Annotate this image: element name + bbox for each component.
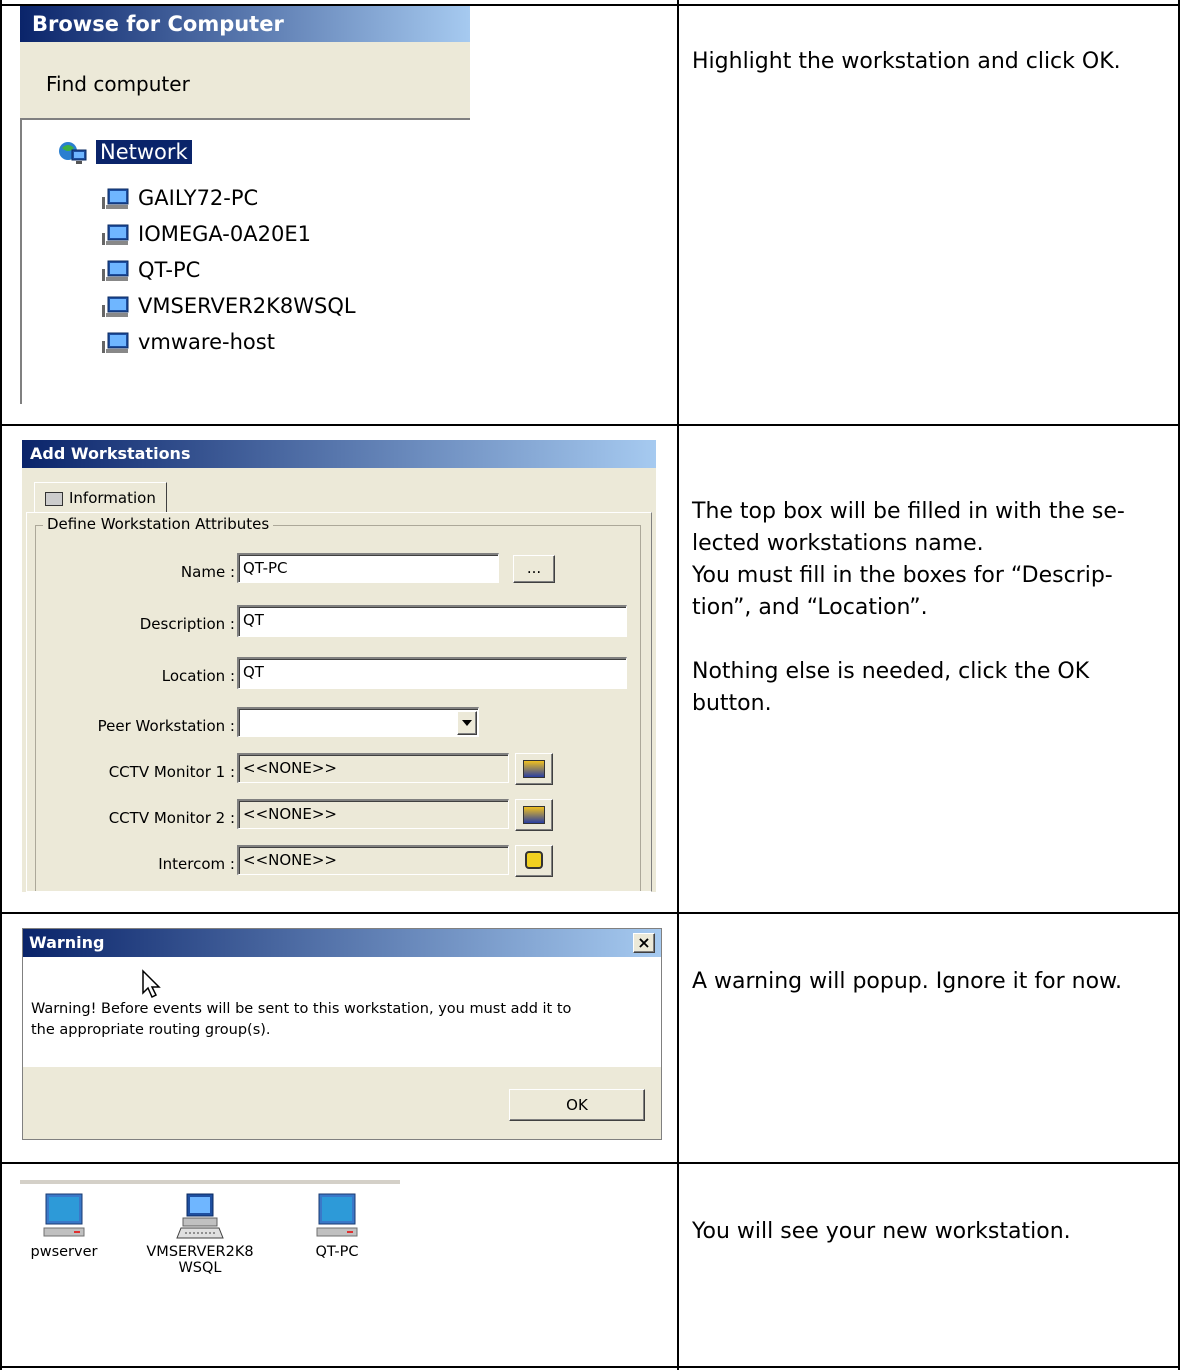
mouse-cursor-icon [142,969,161,999]
cctv-monitor-2-button[interactable] [515,799,553,831]
tab-panel: Define Workstation Attributes Name : QT-… [26,512,652,892]
instruction-line: Nothing else is needed, click the OK [692,659,1090,684]
row-divider [0,912,1180,914]
computer-icon [102,296,129,317]
dropdown-button[interactable] [457,711,477,735]
group-title: Define Workstation Attributes [43,515,274,533]
row1-instruction: Highlight the workstation and click OK. [692,46,1172,78]
close-icon[interactable]: × [633,933,655,953]
row4-instruction: You will see your new workstation. [692,1216,1172,1248]
cctv-monitor-1-button[interactable] [515,753,553,785]
find-computer-prompt: Find computer [46,72,190,96]
instruction-line: You must fill in the boxes for “Descrip- [692,563,1113,588]
tree-item-label: vmware-host [138,330,275,354]
message-area: Warning! Before events will be sent to t… [23,957,661,1067]
computer-tree: Network GAILY72-PC IOMEGA-0A20E1 QT-PC V… [20,118,470,404]
browse-computer-dialog: Browse for Computer Find computer Networ… [20,6,470,404]
network-icon [59,142,87,164]
intercom-icon [525,851,543,869]
computer-icon [102,188,129,209]
name-field[interactable]: QT-PC [237,553,499,583]
dialog-title: Browse for Computer [20,6,470,42]
tree-item-computer[interactable]: IOMEGA-0A20E1 [102,222,311,247]
tree-item-label: QT-PC [138,258,201,282]
computer-icon [316,1193,358,1237]
desktop-icon[interactable]: VMSERVER2K8 WSQL [130,1192,270,1276]
computer-icon [102,260,129,281]
tree-item-computer[interactable]: vmware-host [102,330,275,355]
computer-icon [43,1193,85,1237]
warning-message: Warning! Before events will be sent to t… [31,999,571,1041]
desktop-edge [20,1180,400,1184]
icon-label: QT-PC [315,1244,359,1260]
ok-button[interactable]: OK [509,1089,645,1121]
row-divider [0,1162,1180,1164]
tree-item-label: GAILY72-PC [138,186,259,210]
instruction-line: The top box will be filled in with the s… [692,499,1125,524]
peer-workstation-select[interactable] [237,707,479,737]
instruction-line: tion”, and “Location”. [692,595,928,620]
cctv-monitor-1-label: CCTV Monitor 1 : [108,763,235,781]
instruction-line: Highlight the workstation and click OK. [692,49,1121,74]
dialog-title: Warning [23,929,661,957]
instruction-line: lected workstations name. [692,531,984,556]
row2-instruction: The top box will be filled in with the s… [692,496,1172,720]
location-label: Location : [161,667,235,685]
description-label: Description : [139,615,235,633]
peer-workstation-label: Peer Workstation : [97,717,235,735]
cctv-monitor-2-field: <<NONE>> [237,799,509,829]
tree-item-computer[interactable]: GAILY72-PC [102,186,258,211]
desktop-view: pwserver VMSERVER2K8 WSQL QT-PC [20,1180,400,1292]
tree-item-computer[interactable]: VMSERVER2K8WSQL [102,294,356,319]
tree-item-label: VMSERVER2K8WSQL [138,294,356,318]
instruction-line: You will see your new workstation. [692,1219,1071,1244]
tab-label: Information [69,489,156,507]
tree-item-label: Network [96,140,192,164]
intercom-field: <<NONE>> [237,845,509,875]
printer-icon [45,491,63,506]
table-border-bottom [0,1366,1180,1368]
location-field[interactable]: QT [237,657,627,689]
tree-item-network[interactable]: Network [58,140,192,166]
computer-icon [102,224,129,245]
icon-label: VMSERVER2K8 [146,1244,254,1260]
add-workstations-dialog: Add Workstations Information Define Work… [22,440,656,892]
name-label: Name : [180,563,235,581]
cctv-monitor-2-label: CCTV Monitor 2 : [108,809,235,827]
table-border-left [0,0,2,1370]
icon-label: pwserver [30,1244,98,1260]
warning-dialog: Warning × Warning! Before events will be… [22,928,662,1140]
chevron-down-icon [462,720,472,726]
instruction-line: button. [692,691,772,716]
dialog-title: Add Workstations [22,440,656,468]
description-field[interactable]: QT [237,605,627,637]
cctv-monitor-1-field: <<NONE>> [237,753,509,783]
icon-label: WSQL [178,1260,222,1276]
browse-button[interactable]: ... [513,555,555,583]
desktop-icon[interactable]: pwserver [20,1192,108,1260]
row-divider [0,424,1180,426]
tree-item-computer[interactable]: QT-PC [102,258,200,283]
desktop-icon[interactable]: QT-PC [302,1192,372,1260]
instruction-line: A warning will popup. Ignore it for now. [692,969,1123,994]
monitor-icon [523,806,545,824]
row3-instruction: A warning will popup. Ignore it for now. [692,966,1172,998]
intercom-button[interactable] [515,845,553,877]
message-line: the appropriate routing group(s). [31,1022,271,1038]
column-divider [677,0,679,1370]
tab-information[interactable]: Information [34,482,167,513]
intercom-label: Intercom : [158,855,235,873]
tree-item-label: IOMEGA-0A20E1 [138,222,311,246]
message-line: Warning! Before events will be sent to t… [31,1001,572,1017]
computer-icon [102,332,129,353]
monitor-icon [523,760,545,778]
workstation-icon [176,1193,224,1239]
